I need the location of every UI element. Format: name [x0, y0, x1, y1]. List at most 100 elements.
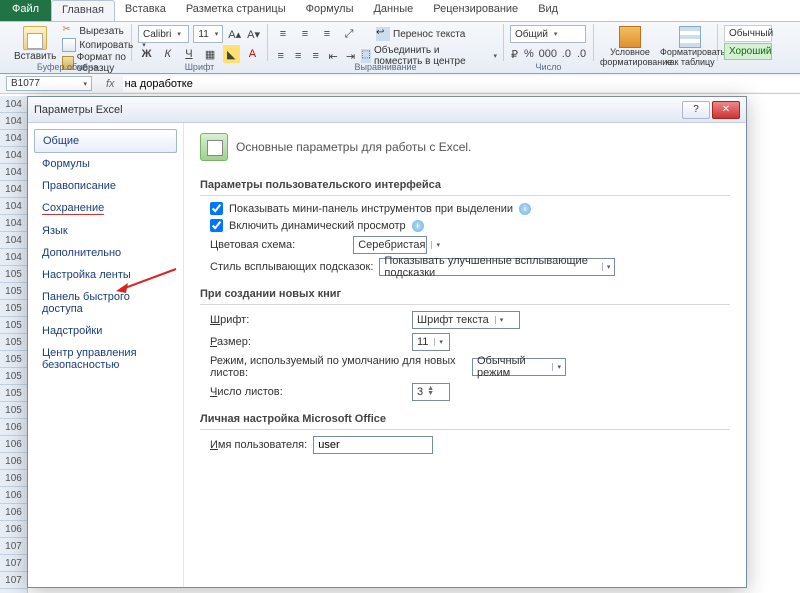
style-good[interactable]: Хороший: [724, 43, 772, 60]
username-input[interactable]: [313, 436, 433, 454]
live-preview-checkbox[interactable]: [210, 219, 223, 232]
row-header[interactable]: 104: [0, 130, 27, 147]
row-header[interactable]: 107: [0, 538, 27, 555]
row-header[interactable]: 106: [0, 453, 27, 470]
tab-review[interactable]: Рецензирование: [423, 0, 528, 21]
row-header[interactable]: 106: [0, 487, 27, 504]
dialog-titlebar[interactable]: Параметры Excel ? ✕: [28, 97, 746, 123]
borders-button[interactable]: ▦: [202, 45, 219, 63]
help-button[interactable]: ?: [682, 101, 710, 119]
bold-button[interactable]: Ж: [138, 45, 155, 63]
ribbon-body: Вставить ✂Вырезать Копировать▾ Формат по…: [0, 22, 800, 74]
cond-format-button[interactable]: Условное форматирование: [600, 26, 660, 68]
comma-button[interactable]: 000: [539, 45, 557, 63]
row-header[interactable]: 104: [0, 181, 27, 198]
tab-data[interactable]: Данные: [363, 0, 423, 21]
color-scheme-combo[interactable]: Серебристая▾: [353, 236, 427, 254]
sidebar-item-6[interactable]: Настройка ленты: [34, 264, 177, 286]
dec-decimal[interactable]: .0: [576, 45, 587, 63]
currency-button[interactable]: ₽: [510, 45, 519, 63]
default-view-combo[interactable]: Обычный режим▾: [472, 358, 566, 376]
wrap-text-button[interactable]: ↩Перенос текста: [376, 27, 465, 41]
info-icon[interactable]: i: [412, 220, 424, 232]
style-normal[interactable]: Обычный: [724, 25, 772, 42]
font-name-combo[interactable]: Calibri▾: [138, 25, 189, 43]
row-header[interactable]: 106: [0, 419, 27, 436]
tab-file[interactable]: Файл: [0, 0, 51, 21]
align-top[interactable]: ≡: [274, 25, 292, 43]
group-alignment: ≡ ≡ ≡ ⤢ ↩Перенос текста ≡ ≡ ≡ ⇤ ⇥ ⬚Объед…: [268, 24, 504, 61]
row-header[interactable]: 105: [0, 368, 27, 385]
show-mini-toolbar-checkbox[interactable]: [210, 202, 223, 215]
sheets-label: Число листов:: [210, 386, 406, 398]
align-middle[interactable]: ≡: [296, 25, 314, 43]
row-header[interactable]: 104: [0, 249, 27, 266]
italic-button[interactable]: К: [159, 45, 176, 63]
sidebar-item-5[interactable]: Дополнительно: [34, 242, 177, 264]
row-header[interactable]: 105: [0, 300, 27, 317]
section-ui: Параметры пользовательского интерфейса: [200, 175, 730, 196]
row-header[interactable]: 104: [0, 147, 27, 164]
size-label: Размер:: [210, 336, 406, 348]
font-color-button[interactable]: A: [244, 45, 261, 63]
default-font-combo[interactable]: Шрифт текста▾: [412, 311, 520, 329]
wrap-icon: ↩: [376, 27, 390, 41]
sheets-spinner[interactable]: 3▲▼: [412, 383, 450, 401]
tab-home[interactable]: Главная: [51, 0, 115, 21]
font-size-combo[interactable]: 11▾: [193, 25, 223, 43]
row-header[interactable]: 104: [0, 113, 27, 130]
row-header[interactable]: 104: [0, 232, 27, 249]
sidebar-item-3[interactable]: Сохранение: [34, 197, 177, 220]
row-header[interactable]: 106: [0, 436, 27, 453]
sidebar-item-8[interactable]: Надстройки: [34, 320, 177, 342]
row-header[interactable]: 106: [0, 504, 27, 521]
close-button[interactable]: ✕: [712, 101, 740, 119]
formula-input[interactable]: [123, 76, 800, 92]
shrink-font-button[interactable]: A▾: [246, 25, 261, 43]
tab-insert[interactable]: Вставка: [115, 0, 176, 21]
inc-decimal[interactable]: .0: [561, 45, 572, 63]
row-header[interactable]: 107: [0, 555, 27, 572]
sidebar-item-9[interactable]: Центр управления безопасностью: [34, 342, 177, 376]
row-header[interactable]: 104: [0, 198, 27, 215]
row-header[interactable]: 105: [0, 317, 27, 334]
info-icon[interactable]: i: [519, 203, 531, 215]
row-header[interactable]: 105: [0, 402, 27, 419]
row-header[interactable]: 106: [0, 470, 27, 487]
name-box[interactable]: B1077▾: [6, 76, 92, 91]
default-size-combo[interactable]: 11▾: [412, 333, 450, 351]
row-header[interactable]: 105: [0, 334, 27, 351]
sidebar-item-4[interactable]: Язык: [34, 220, 177, 242]
grow-font-button[interactable]: A▴: [227, 25, 242, 43]
tooltip-style-combo[interactable]: Показывать улучшенные всплывающие подска…: [379, 258, 615, 276]
row-header[interactable]: 105: [0, 266, 27, 283]
sidebar-item-2[interactable]: Правописание: [34, 175, 177, 197]
tab-formulas[interactable]: Формулы: [296, 0, 364, 21]
row-header[interactable]: 105: [0, 351, 27, 368]
sidebar-item-0[interactable]: Общие: [34, 129, 177, 153]
format-table-button[interactable]: Форматировать как таблицу: [660, 26, 720, 68]
paste-label: Вставить: [14, 51, 56, 62]
orientation[interactable]: ⤢: [340, 25, 358, 43]
underline-button[interactable]: Ч: [180, 45, 197, 63]
row-header[interactable]: 104: [0, 164, 27, 181]
row-header[interactable]: 104: [0, 215, 27, 232]
number-format-combo[interactable]: Общий▾: [510, 25, 586, 43]
fill-color-button[interactable]: ◣: [223, 45, 240, 63]
row-header[interactable]: 107: [0, 572, 27, 589]
row-header[interactable]: 106: [0, 521, 27, 538]
percent-button[interactable]: %: [523, 45, 535, 63]
sidebar-item-1[interactable]: Формулы: [34, 153, 177, 175]
row-header[interactable]: 105: [0, 283, 27, 300]
cond-format-icon: [619, 26, 641, 48]
sidebar-item-7[interactable]: Панель быстрого доступа: [34, 286, 177, 320]
row-header[interactable]: 105: [0, 385, 27, 402]
row-header[interactable]: 104: [0, 96, 27, 113]
tab-page-layout[interactable]: Разметка страницы: [176, 0, 296, 21]
group-number-label: Число: [504, 62, 593, 72]
fx-icon[interactable]: fx: [106, 78, 115, 90]
tooltip-style-label: Стиль всплывающих подсказок:: [210, 261, 373, 273]
align-bottom[interactable]: ≡: [318, 25, 336, 43]
tab-view[interactable]: Вид: [528, 0, 568, 21]
merge-icon: ⬚: [361, 49, 371, 63]
